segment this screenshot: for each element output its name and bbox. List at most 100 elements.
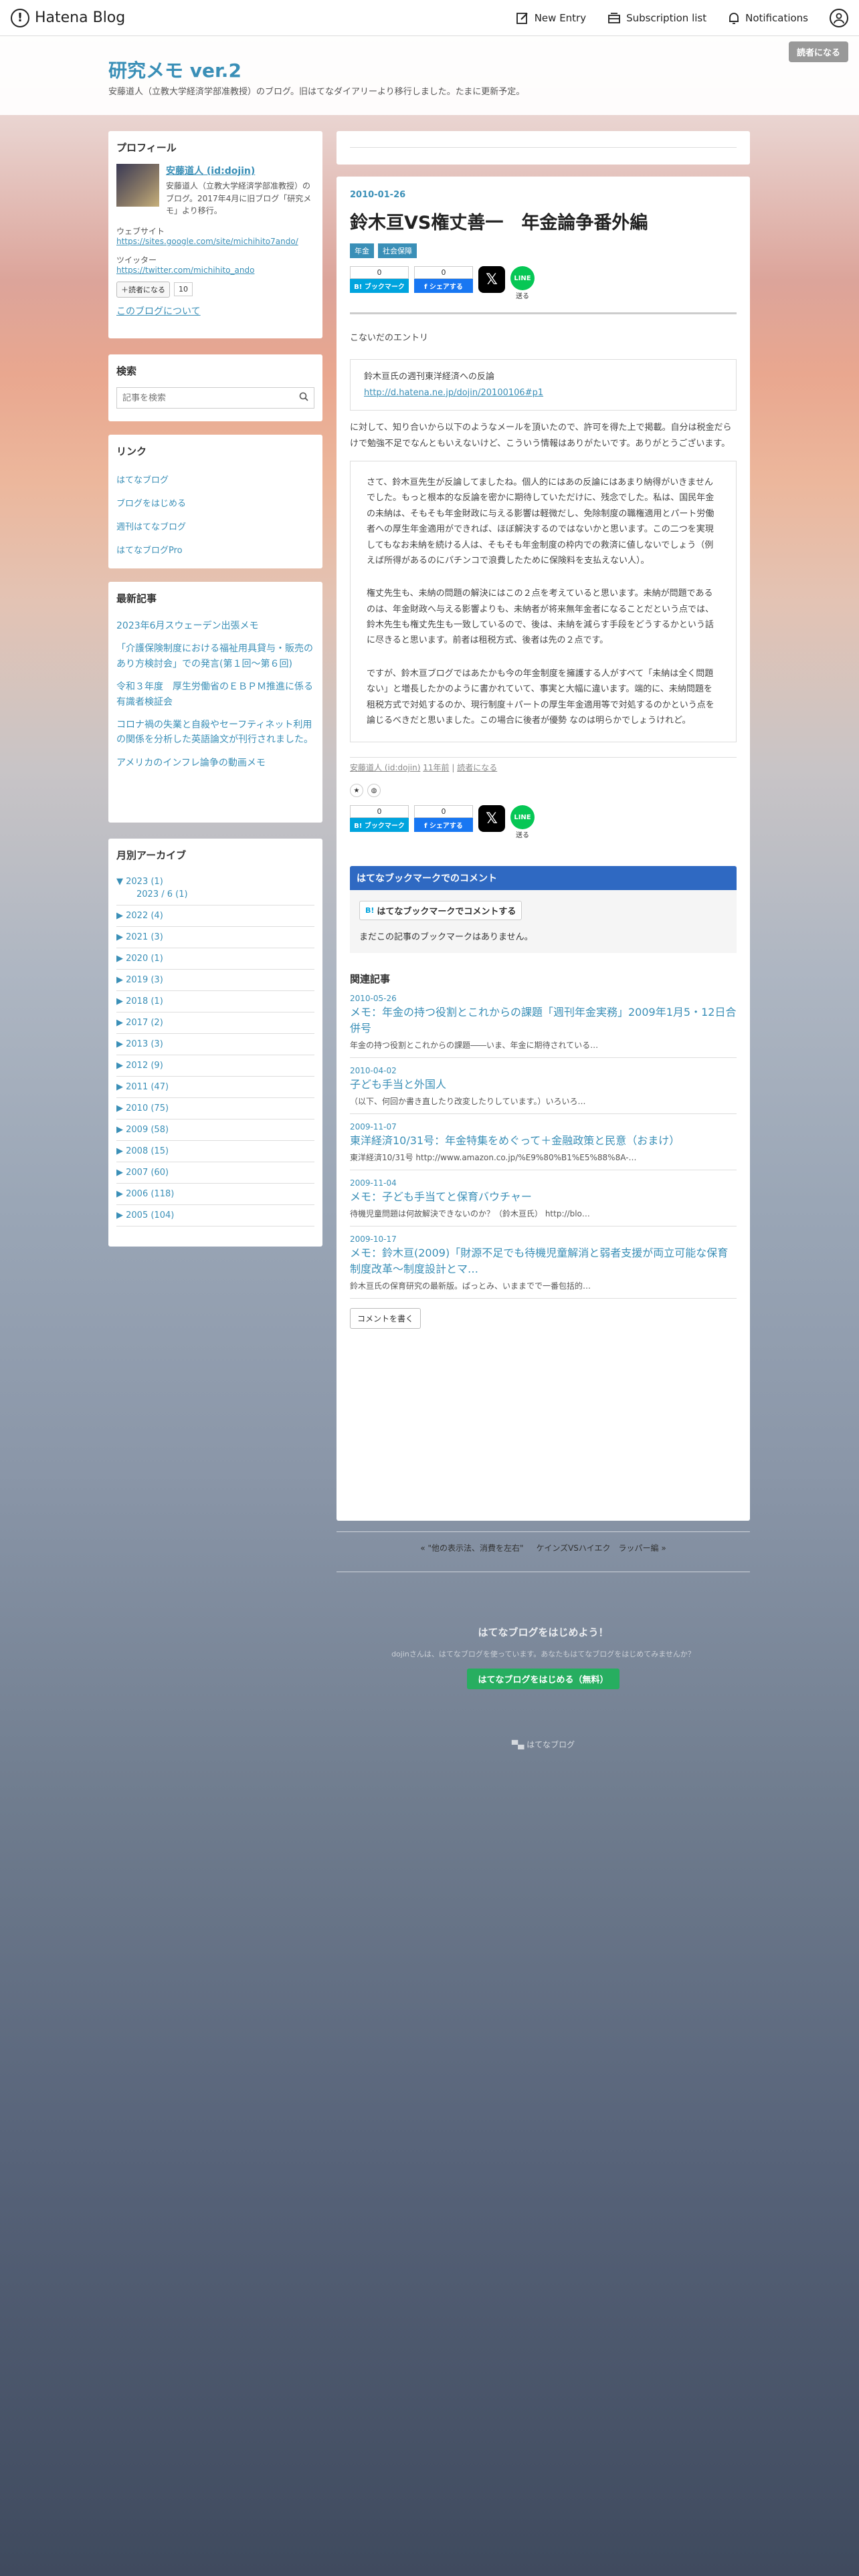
link-hatena-pro[interactable]: はてなブログPro bbox=[116, 538, 314, 561]
x-share-icon[interactable]: 𝕏 bbox=[478, 805, 505, 833]
next-entry-link[interactable]: ケインズVSハイエク ラッパー編 » bbox=[537, 1543, 666, 1553]
article-date[interactable]: 2010-01-26 bbox=[350, 190, 737, 200]
twitter-link[interactable]: https://twitter.com/michihito_ando bbox=[116, 265, 314, 275]
archive-year[interactable]: ▶ 2013 (3) bbox=[116, 1034, 314, 1055]
link-start-blog[interactable]: ブログをはじめる bbox=[116, 491, 314, 514]
archive-year[interactable]: ▶ 2019 (3) bbox=[116, 970, 314, 991]
footer-brand-name[interactable]: はてなブログ bbox=[527, 1740, 575, 1749]
related-item[interactable]: 2009-11-07 東洋経済10/31号：年金特集をめぐって＋金融政策と民意（お… bbox=[350, 1114, 737, 1171]
recent-post[interactable]: 2023年6月スウェーデン出張メモ bbox=[116, 615, 314, 637]
tag-pension[interactable]: 年金 bbox=[350, 243, 374, 258]
archive-year[interactable]: ▶ 2010 (75) bbox=[116, 1098, 314, 1119]
line-icon: LINE bbox=[510, 805, 535, 830]
write-comment-button[interactable]: コメントを書く bbox=[350, 1308, 421, 1329]
search-input[interactable] bbox=[122, 393, 283, 403]
archive-year[interactable]: ▶ 2005 (104) bbox=[116, 1205, 314, 1226]
related-title-link[interactable]: メモ：年金の持つ役割とこれからの課題「週刊年金実務」2009年1月5・12日合併… bbox=[350, 1004, 737, 1037]
hatena-bookmark-button[interactable]: B! ブックマーク bbox=[350, 818, 409, 833]
new-entry-link[interactable]: New Entry bbox=[516, 11, 586, 25]
facebook-share-button[interactable]: f シェアする bbox=[414, 279, 473, 293]
quote-link[interactable]: http://d.hatena.ne.jp/dojin/20100106#p1 bbox=[364, 388, 543, 398]
related-title-link[interactable]: メモ：鈴木亘(2009)「財源不足でも待機児童解消と弱者支援が両立可能な保育制度… bbox=[350, 1245, 737, 1277]
article: 2010-01-26 鈴木亘VS権丈善一 年金論争番外編 年金 社会保障 0 B… bbox=[337, 177, 750, 1521]
facebook-share[interactable]: 0 f シェアする bbox=[414, 266, 473, 293]
links-title: リンク bbox=[116, 445, 147, 457]
notifications-link[interactable]: Notifications bbox=[728, 11, 808, 25]
related-snippet: 待機児童問題は何故解決できないのか？（鈴木亘氏） http://blo… bbox=[350, 1209, 590, 1219]
bell-icon bbox=[728, 11, 740, 25]
blockquote-1: 鈴木亘氏の週刊東洋経済への反論 http://d.hatena.ne.jp/do… bbox=[350, 359, 737, 411]
subscribe-button[interactable]: 読者になる bbox=[788, 41, 848, 62]
prev-entry-link[interactable]: « "他の表示法、消費を左右" bbox=[420, 1543, 523, 1553]
start-blog-button[interactable]: はてなブログをはじめる（無料） bbox=[467, 1669, 619, 1689]
website-link[interactable]: https://sites.google.com/site/michihito7… bbox=[116, 237, 314, 246]
archive-year[interactable]: ▶ 2012 (9) bbox=[116, 1055, 314, 1077]
archive-year[interactable]: ▶ 2011 (47) bbox=[116, 1077, 314, 1098]
facebook-share-button[interactable]: f シェアする bbox=[414, 818, 473, 833]
related-snippet: （以下、何回か書き直したり改変したりしています。）いろいろ… bbox=[350, 1097, 586, 1107]
recent-post[interactable]: 令和３年度 厚生労働省のＥＢＰＭ推進に係る有識者検証会 bbox=[116, 675, 314, 714]
tag-social-security[interactable]: 社会保障 bbox=[378, 243, 417, 258]
divider bbox=[350, 147, 737, 148]
notifications-label: Notifications bbox=[745, 11, 808, 24]
profile-name-link[interactable]: 安藤道人 (id:dojin) bbox=[166, 164, 314, 177]
avatar[interactable] bbox=[116, 164, 159, 207]
related-date: 2010-05-26 bbox=[350, 994, 397, 1004]
blockquote-2: さて、鈴木亘先生が反論してましたね。個人的にはあの反論にはあまり納得がいきません… bbox=[350, 460, 737, 743]
related-date: 2009-11-07 bbox=[350, 1122, 397, 1132]
archive-year-open[interactable]: ▼ 2023 (1) bbox=[116, 871, 314, 889]
facebook-share[interactable]: 0 f シェアする bbox=[414, 805, 473, 833]
hatena-blog-logo[interactable]: ! Hatena Blog bbox=[11, 8, 125, 27]
hatena-bookmark-share[interactable]: 0 B! ブックマーク bbox=[350, 805, 409, 833]
link-weekly-hatena[interactable]: 週刊はてなブログ bbox=[116, 514, 314, 538]
blog-description: 安藤道人（立教大学経済学部准教授）のブログ。旧はてなダイアリーより移行しました。… bbox=[108, 87, 525, 97]
archive-year[interactable]: ▶ 2009 (58) bbox=[116, 1119, 314, 1141]
archive-year[interactable]: ▶ 2017 (2) bbox=[116, 1012, 314, 1034]
related-title-link[interactable]: 東洋経済10/31号：年金特集をめぐって＋金融政策と民意（おまけ） bbox=[350, 1133, 737, 1149]
recent-post[interactable]: アメリカのインフレ論争の動画メモ bbox=[116, 752, 314, 774]
permalink-time[interactable]: 11年前 bbox=[423, 763, 449, 772]
search-box bbox=[116, 387, 314, 409]
related-item[interactable]: 2009-11-04 メモ：子ども手当てと保育バウチャー 待機児童問題は何故解決でき… bbox=[350, 1170, 737, 1227]
author-link[interactable]: 安藤道人 (id:dojin) bbox=[350, 763, 420, 772]
related-item[interactable]: 2010-04-02 子ども手当と外国人 （以下、何回か書き直したり改変したりしてい… bbox=[350, 1058, 737, 1115]
hatena-bookmark-share[interactable]: 0 B! ブックマーク bbox=[350, 266, 409, 293]
hatena-bookmark-button[interactable]: B! ブックマーク bbox=[350, 279, 409, 293]
plus-icon: ＋ bbox=[121, 285, 128, 294]
archive-year[interactable]: ▶ 2018 (1) bbox=[116, 991, 314, 1012]
bookmark-comment-button[interactable]: B! はてなブックマークでコメントする bbox=[359, 901, 522, 921]
recent-post[interactable]: 「介護保険制度における福祉用具貸与・販売のあり方検討会」での発言(第１回〜第６回… bbox=[116, 637, 314, 675]
blog-title[interactable]: 研究メモ ver.2 bbox=[108, 56, 242, 83]
user-menu-icon[interactable] bbox=[830, 8, 848, 27]
archive-year[interactable]: ▶ 2021 (3) bbox=[116, 927, 314, 948]
related-title-link[interactable]: 子ども手当と外国人 bbox=[350, 1077, 737, 1093]
related-item[interactable]: 2009-10-17 メモ：鈴木亘(2009)「財源不足でも待機児童解消と弱者支援… bbox=[350, 1226, 737, 1299]
archive-month[interactable]: 2023 / 6 (1) bbox=[116, 889, 314, 905]
related-date: 2009-10-17 bbox=[350, 1235, 397, 1245]
quote-paragraph: 権丈先生も、未納の問題の解決にはこの２点を考えていると思います。未納が問題である… bbox=[367, 588, 714, 646]
article-title[interactable]: 鈴木亘VS権丈善一 年金論争番外編 bbox=[350, 208, 737, 234]
line-share[interactable]: LINE 送る bbox=[510, 805, 535, 839]
x-share-icon[interactable]: 𝕏 bbox=[478, 266, 505, 293]
related-title-link[interactable]: メモ：子ども手当てと保育バウチャー bbox=[350, 1189, 737, 1205]
line-share[interactable]: LINE 送る bbox=[510, 266, 535, 300]
related-item[interactable]: 2010-05-26 メモ：年金の持つ役割とこれからの課題「週刊年金実務」2009… bbox=[350, 986, 737, 1059]
follow-button[interactable]: ＋読者になる bbox=[116, 281, 170, 298]
footer-subscribe-link[interactable]: 読者になる bbox=[457, 763, 497, 772]
archive-year[interactable]: ▶ 2008 (15) bbox=[116, 1141, 314, 1162]
search-icon[interactable] bbox=[299, 392, 308, 404]
subscription-list-link[interactable]: Subscription list bbox=[607, 11, 706, 25]
archive-year[interactable]: ▶ 2020 (1) bbox=[116, 948, 314, 970]
recent-post[interactable]: コロナ禍の失業と自殺やセーフティネット利用の関係を分析した英語論文が刊行されまし… bbox=[116, 714, 314, 752]
quote-paragraph: ですが、鈴木亘ブログではあたかも今の年金制度を擁護する人がすべて「未納は全く問題… bbox=[367, 668, 714, 726]
link-hatena-blog[interactable]: はてなブログ bbox=[116, 467, 314, 491]
related-snippet: 年金の持つ役割とこれからの課題――いま、年金に期待されている… bbox=[350, 1041, 599, 1051]
about-blog-link[interactable]: このブログについて bbox=[116, 304, 314, 318]
archive-year[interactable]: ▶ 2022 (4) bbox=[116, 905, 314, 927]
promo-title: はてなブログをはじめよう！ bbox=[478, 1626, 609, 1638]
star-icon[interactable]: ★ bbox=[350, 784, 363, 798]
archive-year[interactable]: ▶ 2007 (60) bbox=[116, 1162, 314, 1184]
profile-title: プロフィール bbox=[116, 142, 177, 154]
archive-year[interactable]: ▶ 2006 (118) bbox=[116, 1184, 314, 1205]
globe-icon[interactable]: ◍ bbox=[367, 784, 381, 798]
